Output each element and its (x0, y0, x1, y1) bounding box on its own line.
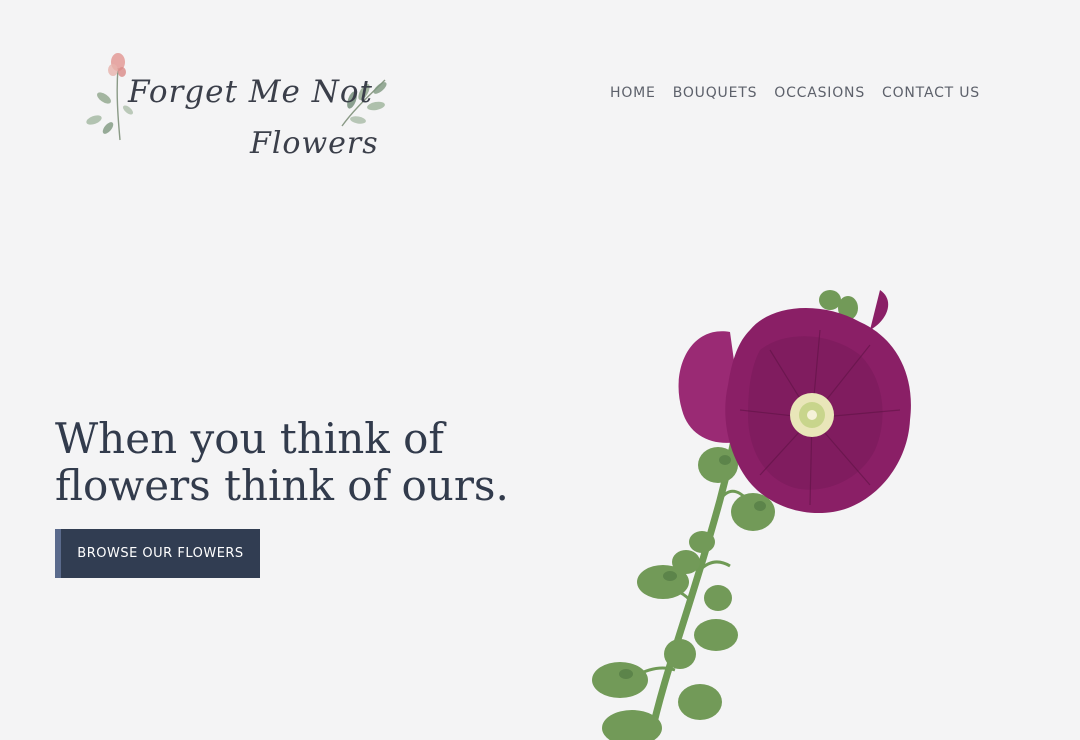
nav-home[interactable]: HOME (610, 85, 656, 101)
hollyhock-flower-image (592, 290, 911, 740)
hero-headline: When you think of flowers think of ours. (55, 415, 525, 509)
main-nav: HOME BOUQUETS OCCASIONS CONTACT US (610, 85, 980, 101)
site-logo[interactable]: Forget Me Not Flowers (80, 48, 400, 173)
nav-bouquets[interactable]: BOUQUETS (673, 85, 758, 101)
nav-occasions[interactable]: OCCASIONS (774, 85, 865, 101)
nav-contact-us[interactable]: CONTACT US (882, 85, 980, 101)
browse-flowers-button[interactable]: BROWSE OUR FLOWERS (55, 529, 260, 578)
logo-text-line2: Flowers (250, 126, 379, 161)
logo-text-line1: Forget Me Not (128, 74, 373, 110)
hero-headline-line2: flowers think of ours. (55, 461, 509, 510)
hero-headline-line1: When you think of (55, 414, 444, 463)
